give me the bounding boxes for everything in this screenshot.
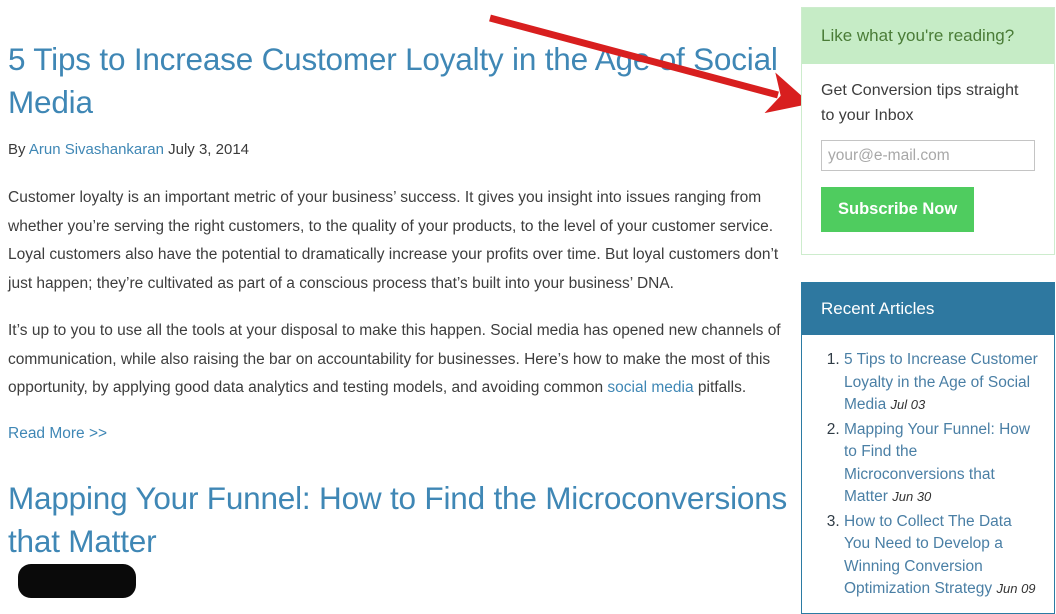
post-date: July 3, 2014: [168, 141, 250, 158]
subscribe-widget: Like what you're reading? Get Conversion…: [801, 7, 1055, 255]
paragraph-1: Customer loyalty is an important metric …: [8, 189, 779, 292]
list-item: 5 Tips to Increase Customer Loyalty in t…: [844, 349, 1040, 417]
list-item: How to Collect The Data You Need to Deve…: [844, 511, 1040, 601]
email-field[interactable]: [821, 140, 1035, 171]
page-title: 5 Tips to Increase Customer Loyalty in t…: [8, 41, 778, 120]
blog-page: 5 Tips to Increase Customer Loyalty in t…: [0, 0, 1056, 614]
subscribe-description: Get Conversion tips straight to your Inb…: [821, 82, 1019, 124]
byline-prefix: By: [8, 141, 26, 158]
recent-articles-widget: Recent Articles 5 Tips to Increase Custo…: [801, 282, 1055, 614]
recent-articles-title: Recent Articles: [802, 283, 1054, 335]
read-more-link[interactable]: Read More >>: [8, 423, 107, 445]
recent-article-date: Jun 09: [996, 581, 1036, 596]
author-link[interactable]: Arun Sivashankaran: [29, 141, 164, 158]
subscribe-widget-body: Get Conversion tips straight to your Inb…: [802, 64, 1054, 254]
byline: By Arun Sivashankaran July 3, 2014: [8, 124, 788, 160]
recent-article-date: Jul 03: [890, 397, 926, 412]
recent-article-link[interactable]: Mapping Your Funnel: How to Find the Mic…: [844, 421, 1030, 506]
post-body: Customer loyalty is an important metric …: [8, 160, 788, 403]
social-media-link[interactable]: social media: [607, 379, 693, 396]
black-tooltip-overlay: [18, 564, 136, 598]
paragraph-2-text-after: pitfalls.: [693, 379, 747, 396]
paragraph-2: It’s up to you to use all the tools at y…: [8, 298, 788, 403]
recent-article-date: Jun 30: [892, 489, 932, 504]
subscribe-button[interactable]: Subscribe Now: [821, 187, 975, 232]
list-item: Mapping Your Funnel: How to Find the Mic…: [844, 419, 1040, 509]
recent-article-link[interactable]: How to Collect The Data You Need to Deve…: [844, 513, 1012, 598]
main-content: 5 Tips to Increase Customer Loyalty in t…: [8, 0, 788, 563]
sidebar: Like what you're reading? Get Conversion…: [801, 7, 1055, 614]
next-post-title: Mapping Your Funnel: How to Find the Mic…: [8, 479, 788, 559]
subscribe-widget-title: Like what you're reading?: [802, 8, 1054, 64]
recent-articles-list: 5 Tips to Increase Customer Loyalty in t…: [802, 335, 1054, 613]
recent-article-link[interactable]: 5 Tips to Increase Customer Loyalty in t…: [844, 351, 1038, 413]
